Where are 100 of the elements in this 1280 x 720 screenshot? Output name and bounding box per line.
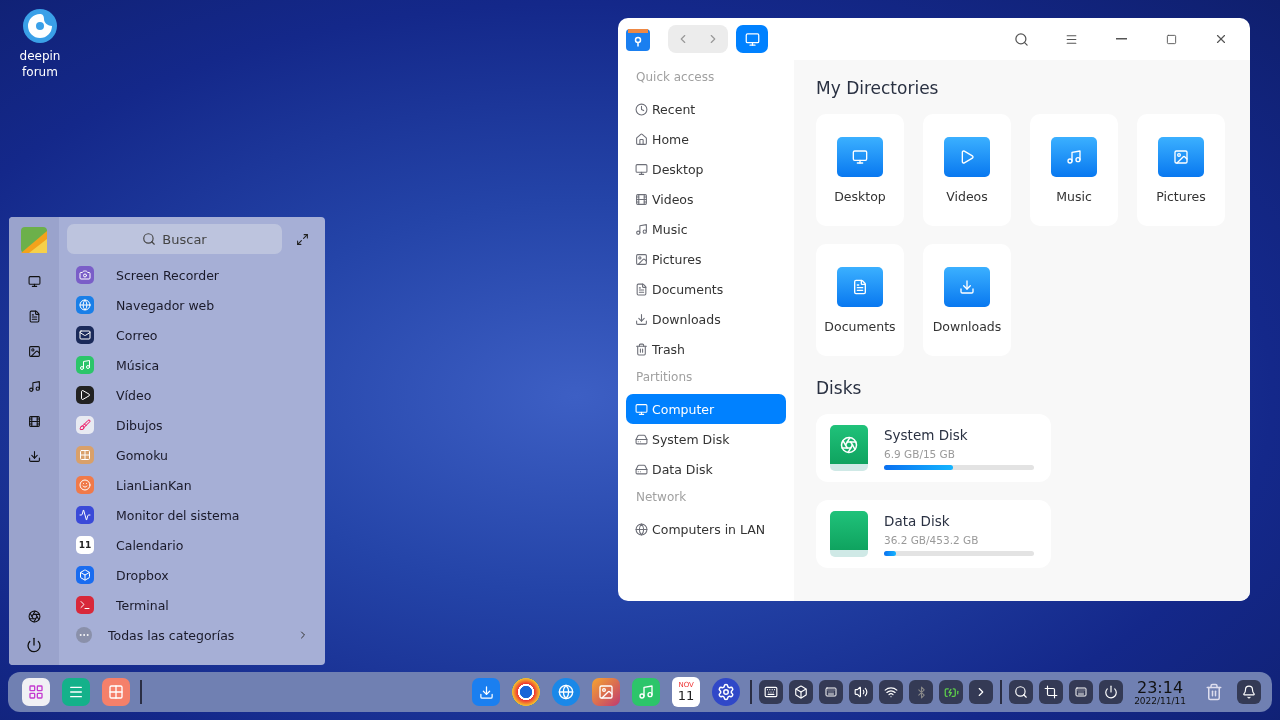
sidebar-item[interactable]: Computers in LAN xyxy=(626,514,786,544)
disk-card[interactable]: System Disk 6.9 GB/15 GB xyxy=(816,414,1051,482)
sidebar-item[interactable]: Desktop xyxy=(626,154,786,184)
screenshot-button[interactable] xyxy=(1039,680,1064,704)
app-item[interactable]: Correo xyxy=(67,320,309,350)
app-item[interactable]: Música xyxy=(67,350,309,380)
sidebar-label: Trash xyxy=(652,341,686,357)
sidebar-item[interactable]: Documents xyxy=(626,274,786,304)
sidebar-item[interactable]: Trash xyxy=(626,334,786,364)
board-icon xyxy=(76,446,94,464)
app-name: Dropbox xyxy=(116,567,169,583)
sidebar-label: Music xyxy=(652,221,688,237)
sidebar-item[interactable]: Home xyxy=(626,124,786,154)
keyboard-icon xyxy=(1075,686,1088,698)
sidebar-item[interactable]: Pictures xyxy=(626,244,786,274)
search-button[interactable] xyxy=(1009,680,1034,704)
folder-tile[interactable]: Desktop xyxy=(816,114,904,226)
multitask-icon[interactable] xyxy=(62,678,90,706)
music-icon[interactable] xyxy=(27,380,41,393)
search-icon xyxy=(1013,31,1029,47)
clock[interactable]: 23:14 2022/11/11 xyxy=(1134,678,1186,706)
keyboard-button[interactable] xyxy=(759,680,784,704)
box-icon xyxy=(76,566,94,584)
folder-tile[interactable]: Videos xyxy=(923,114,1011,226)
app-item[interactable]: Dibujos xyxy=(67,410,309,440)
app-item[interactable]: 11 Calendario xyxy=(67,530,309,560)
drive-icon xyxy=(830,425,868,471)
launcher-icon[interactable] xyxy=(22,678,50,706)
sidebar-label: Recent xyxy=(652,101,696,117)
swirl-logo-icon[interactable] xyxy=(22,8,58,44)
sidebar-item[interactable]: Downloads xyxy=(626,304,786,334)
dropbox-button[interactable] xyxy=(789,680,814,704)
folder-tile[interactable]: Music xyxy=(1030,114,1118,226)
folder-tile[interactable]: Documents xyxy=(816,244,904,356)
disk-usage: 6.9 GB/15 GB xyxy=(884,447,956,460)
close-icon xyxy=(1214,32,1228,46)
desktop-icon[interactable] xyxy=(27,275,41,288)
wifi-button[interactable] xyxy=(879,680,904,704)
bluetooth-button[interactable] xyxy=(909,680,934,704)
expand-tray-button[interactable] xyxy=(969,680,994,704)
disk-card[interactable]: Data Disk 36.2 GB/453.2 GB xyxy=(816,500,1051,568)
play-folder-icon xyxy=(944,136,990,177)
volume-button[interactable] xyxy=(849,680,874,704)
app-item[interactable]: Gomoku xyxy=(67,440,309,470)
browser-icon[interactable] xyxy=(552,678,581,706)
sidebar-item[interactable]: Data Disk xyxy=(626,454,786,484)
sidebar-item[interactable]: Music xyxy=(626,214,786,244)
settings-icon[interactable] xyxy=(27,610,41,623)
document-icon[interactable] xyxy=(27,310,41,323)
browser-icon[interactable] xyxy=(512,678,541,706)
music-folder-icon xyxy=(1051,136,1097,177)
terminal-icon xyxy=(76,596,94,614)
file-manager-icon[interactable] xyxy=(472,678,501,706)
download-icon[interactable] xyxy=(27,450,41,463)
trash-icon xyxy=(635,342,648,356)
disk-name: System Disk xyxy=(884,426,969,443)
app-item[interactable]: Monitor del sistema xyxy=(67,500,309,530)
drive-icon xyxy=(830,511,868,557)
disk-name: Data Disk xyxy=(884,512,951,529)
sidebar-item[interactable]: System Disk xyxy=(626,424,786,454)
app-item[interactable]: Terminal xyxy=(67,590,309,620)
sidebar-heading: Partitions xyxy=(635,369,694,386)
settings-icon[interactable] xyxy=(712,678,741,706)
input-method-button[interactable] xyxy=(819,680,844,704)
app-item[interactable]: Navegador web xyxy=(67,290,309,320)
app-item[interactable]: Vídeo xyxy=(67,380,309,410)
app-item[interactable]: Screen Recorder xyxy=(67,260,309,290)
all-categories-item[interactable]: Todas las categorías xyxy=(67,620,309,650)
music-icon[interactable] xyxy=(632,678,661,706)
photos-icon[interactable] xyxy=(592,678,621,706)
battery-button[interactable] xyxy=(939,680,964,704)
sidebar-label: Documents xyxy=(652,281,724,297)
sidebar-label: Data Disk xyxy=(652,461,713,477)
sidebar-item[interactable]: Videos xyxy=(626,184,786,214)
app-name: Screen Recorder xyxy=(116,267,219,283)
folder-tile[interactable]: Downloads xyxy=(923,244,1011,356)
search-field[interactable]: Buscar xyxy=(67,224,282,254)
workspace-icon[interactable] xyxy=(102,678,130,706)
computer-view-button[interactable] xyxy=(736,25,768,53)
image-icon[interactable] xyxy=(27,345,41,358)
app-item[interactable]: Dropbox xyxy=(67,560,309,590)
menu-icon xyxy=(1064,32,1078,46)
app-name: LianLianKan xyxy=(116,477,192,493)
minimize-icon xyxy=(1115,38,1127,40)
folder-tile[interactable]: Pictures xyxy=(1137,114,1225,226)
sidebar-item[interactable]: Recent xyxy=(626,94,786,124)
film-icon xyxy=(635,192,648,206)
power-icon[interactable] xyxy=(26,637,42,653)
clock-icon xyxy=(635,102,648,116)
film-icon[interactable] xyxy=(27,415,41,428)
app-item[interactable]: LianLianKan xyxy=(67,470,309,500)
notification-button[interactable] xyxy=(1237,680,1261,704)
keyboard-layout-button[interactable] xyxy=(1069,680,1094,704)
keyboard-icon xyxy=(764,685,779,699)
expand-icon[interactable] xyxy=(296,232,309,246)
camera-icon xyxy=(76,266,94,284)
sidebar-item[interactable]: Computer xyxy=(626,394,786,424)
document-folder-icon xyxy=(837,266,883,307)
power-button[interactable] xyxy=(1099,680,1124,704)
globe-icon xyxy=(635,522,648,536)
